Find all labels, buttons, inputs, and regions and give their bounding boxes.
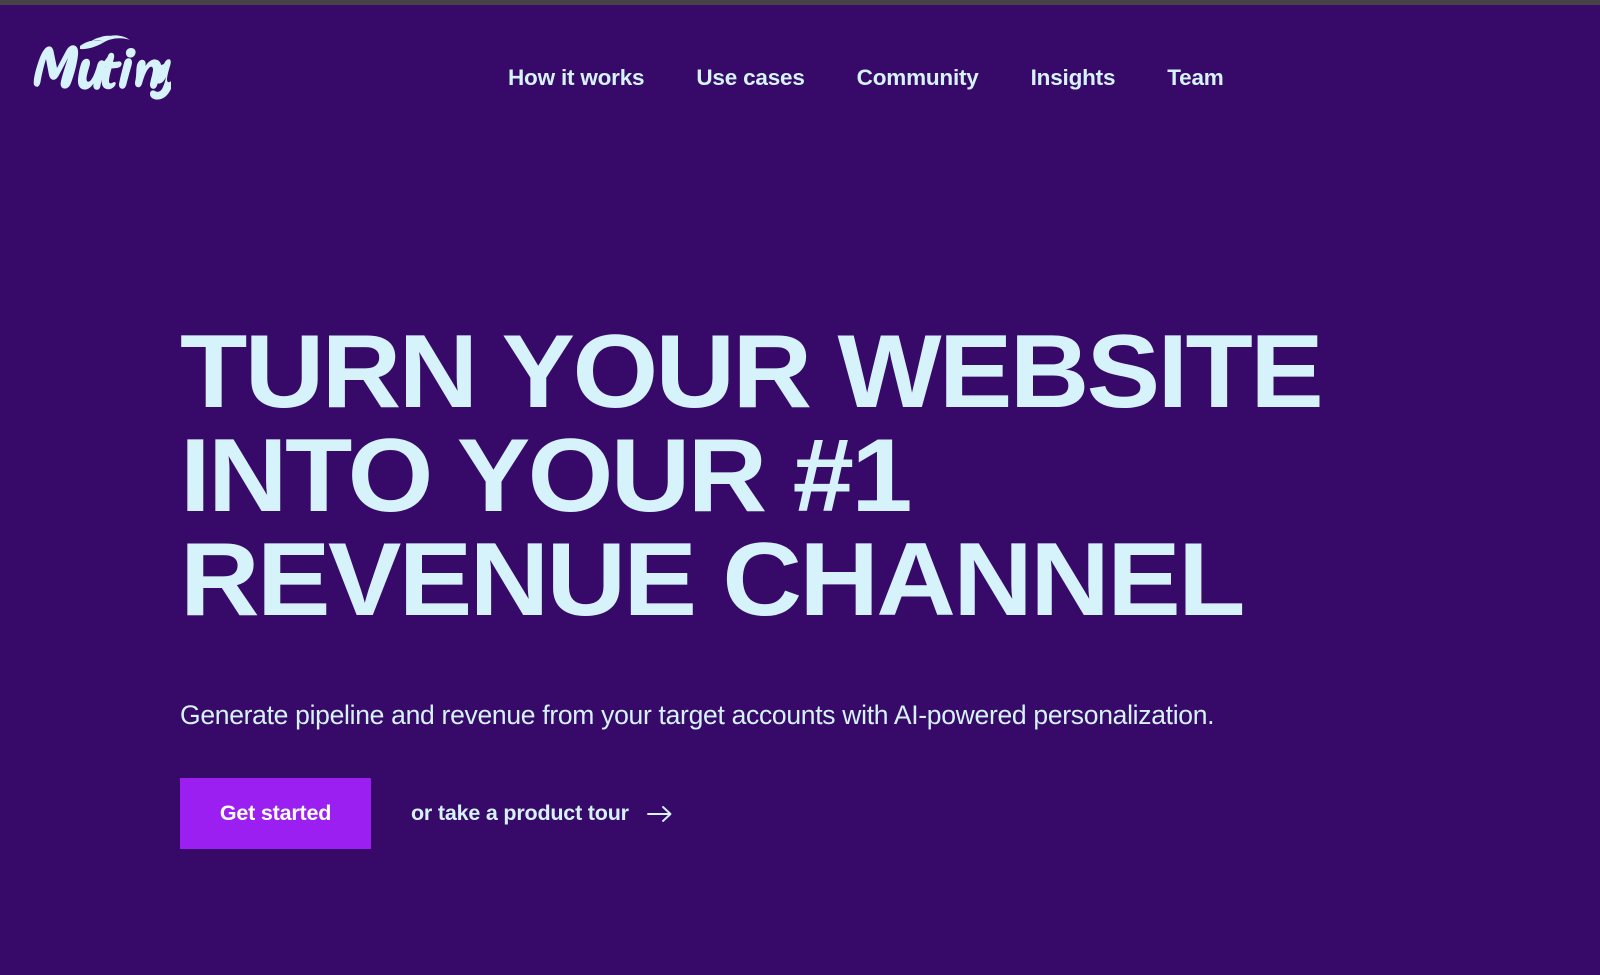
site-header: How it works Use cases Community Insight…: [0, 5, 1600, 145]
hero-section: TURN YOUR WEBSITE INTO YOUR #1 REVENUE C…: [180, 320, 1520, 849]
hero-headline: TURN YOUR WEBSITE INTO YOUR #1 REVENUE C…: [180, 320, 1600, 632]
get-started-button[interactable]: Get started: [180, 778, 371, 849]
hero-cta-row: Get started or take a product tour: [180, 778, 1520, 849]
nav-item-insights[interactable]: Insights: [1031, 57, 1116, 99]
nav-item-how-it-works[interactable]: How it works: [508, 57, 645, 99]
headline-line-3: REVENUE CHANNEL: [180, 522, 1245, 638]
landing-page: How it works Use cases Community Insight…: [0, 5, 1600, 975]
product-tour-label: or take a product tour: [411, 801, 629, 825]
nav-item-team[interactable]: Team: [1167, 57, 1224, 99]
mutiny-logo[interactable]: [26, 29, 171, 101]
nav-item-use-cases[interactable]: Use cases: [696, 57, 804, 99]
headline-line-1: TURN YOUR WEBSITE: [180, 314, 1324, 430]
headline-line-2: INTO YOUR #1: [180, 418, 913, 534]
hero-subheadline: Generate pipeline and revenue from your …: [180, 700, 1215, 730]
arrow-right-icon: [646, 805, 673, 823]
main-navigation: How it works Use cases Community Insight…: [508, 57, 1224, 99]
nav-item-community[interactable]: Community: [857, 57, 979, 99]
product-tour-link[interactable]: or take a product tour: [411, 801, 673, 826]
